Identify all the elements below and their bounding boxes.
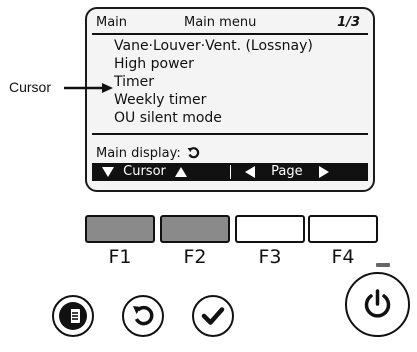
remote-controller: Main Main menu 1/3 Vane·Louver·Vent. (Lo… <box>0 0 417 352</box>
f2-label: F2 <box>183 246 207 268</box>
menu-button[interactable] <box>52 295 94 337</box>
cursor-arrow-icon <box>64 83 113 93</box>
screen-header: Main Main menu 1/3 <box>92 13 368 33</box>
menu-item-high-power[interactable]: High power <box>114 55 194 73</box>
power-button[interactable] <box>345 272 410 337</box>
f4-key[interactable] <box>308 215 378 243</box>
triangle-up-icon <box>175 166 188 177</box>
menu-item-vane-louver-vent[interactable]: Vane·Louver·Vent. (Lossnay) <box>114 37 313 55</box>
return-button[interactable] <box>122 295 164 337</box>
select-button[interactable] <box>192 295 234 337</box>
softkey-page: Page <box>245 163 329 181</box>
softkey-cursor: Cursor <box>102 163 188 181</box>
cursor-callout-label: Cursor <box>9 79 52 95</box>
f1-label: F1 <box>108 246 132 268</box>
triangle-left-icon <box>245 165 255 178</box>
triangle-down-icon <box>102 166 114 177</box>
header-mode: Main <box>96 15 128 30</box>
lcd-content: Main Main menu 1/3 Vane·Louver·Vent. (Lo… <box>92 13 368 185</box>
f1-key[interactable] <box>85 215 155 243</box>
power-icon <box>364 289 391 318</box>
menu-icon <box>59 302 87 330</box>
main-display-hint: Main display: <box>96 145 200 162</box>
return-icon <box>133 305 154 326</box>
f4-label: F4 <box>331 246 355 268</box>
header-title: Main menu <box>184 15 257 30</box>
return-icon <box>187 145 200 161</box>
softkey-divider <box>230 165 231 179</box>
main-display-label: Main display: <box>96 146 181 161</box>
page-indicator: 1/3 <box>337 15 360 30</box>
operation-lamp <box>376 263 390 267</box>
check-icon <box>201 307 225 325</box>
f2-key[interactable] <box>160 215 230 243</box>
menu-item-weekly-timer[interactable]: Weekly timer <box>114 91 206 109</box>
menu-item-ou-silent-mode[interactable]: OU silent mode <box>114 109 222 127</box>
softkey-cursor-label: Cursor <box>123 164 166 179</box>
triangle-right-icon <box>318 165 329 178</box>
f3-label: F3 <box>258 246 282 268</box>
softkey-page-label: Page <box>271 164 303 179</box>
softkey-bar: Cursor Page <box>92 163 368 181</box>
header-divider <box>92 33 368 35</box>
menu-item-timer[interactable]: Timer <box>114 73 154 91</box>
f3-key[interactable] <box>235 215 305 243</box>
footer-divider <box>92 133 368 135</box>
